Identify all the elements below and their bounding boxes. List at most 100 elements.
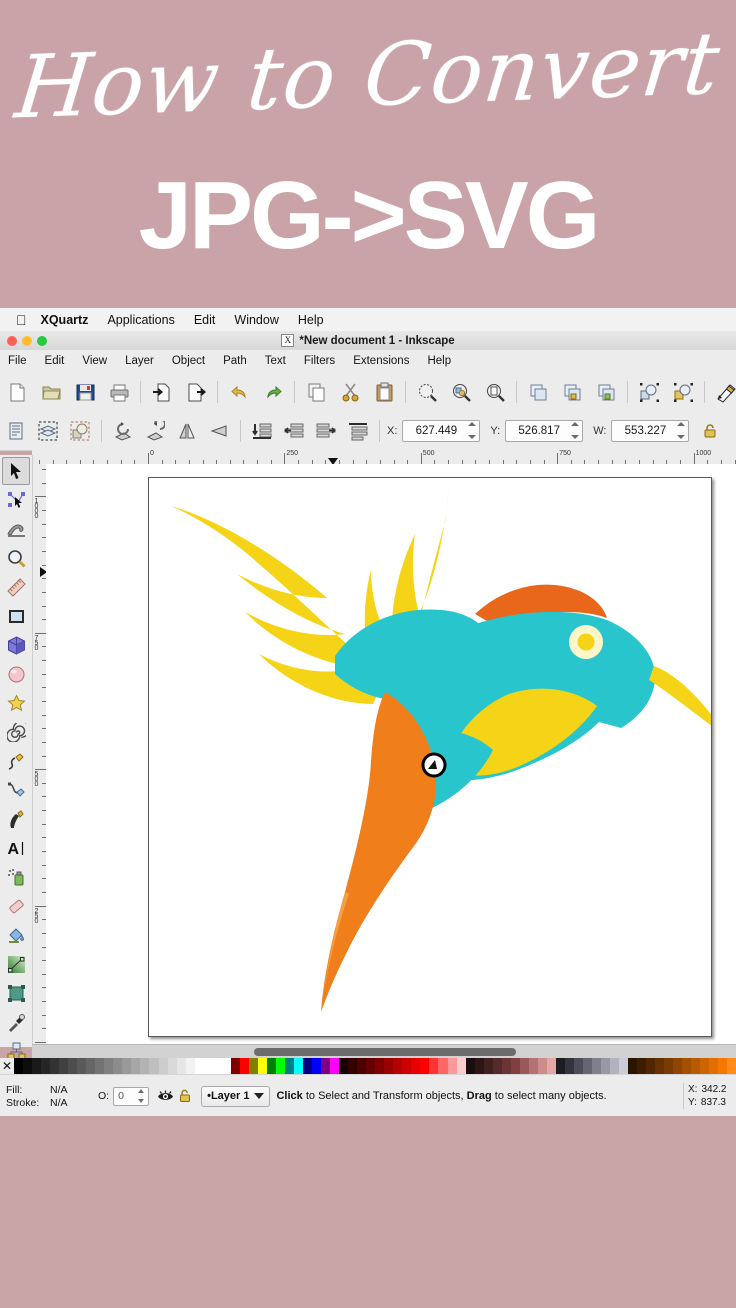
palette-swatch[interactable] (402, 1058, 412, 1074)
palette-swatch[interactable] (727, 1058, 736, 1074)
palette-swatch[interactable] (384, 1058, 394, 1074)
palette-swatch[interactable] (50, 1058, 60, 1074)
palette-swatch[interactable] (212, 1058, 222, 1074)
palette-swatch[interactable] (664, 1058, 674, 1074)
rotate-ccw-icon[interactable] (108, 416, 138, 446)
box3d-tool-icon[interactable] (2, 631, 30, 659)
palette-swatch[interactable] (59, 1058, 69, 1074)
palette-swatch[interactable] (601, 1058, 611, 1074)
rectangle-tool-icon[interactable] (2, 602, 30, 630)
palette-swatch[interactable] (104, 1058, 114, 1074)
palette-swatch[interactable] (628, 1058, 638, 1074)
menu-item-extensions[interactable]: Extensions (344, 355, 418, 367)
palette-swatch[interactable] (149, 1058, 159, 1074)
palette-swatch[interactable] (113, 1058, 123, 1074)
layer-selector[interactable]: •Layer 1 (201, 1085, 271, 1107)
horizontal-scrollbar-thumb[interactable] (254, 1048, 516, 1056)
ellipse-tool-icon[interactable] (2, 660, 30, 688)
color-palette[interactable]: ✕ (0, 1058, 736, 1074)
select-all-icon[interactable] (1, 416, 31, 446)
palette-swatch[interactable] (321, 1058, 331, 1074)
palette-swatch[interactable] (691, 1058, 701, 1074)
lower-to-bottom-icon[interactable] (247, 416, 277, 446)
palette-swatch[interactable] (573, 1058, 583, 1074)
fill-row[interactable]: Fill: N/A (6, 1083, 98, 1096)
hummingbird-artwork[interactable] (149, 478, 725, 1036)
palette-swatch[interactable] (673, 1058, 683, 1074)
lower-to-bottom-icon[interactable] (668, 377, 698, 407)
text-tool-icon[interactable]: A (2, 834, 30, 862)
pencil-tool-icon[interactable] (2, 747, 30, 775)
palette-swatch[interactable] (655, 1058, 665, 1074)
fill-stroke-indicator[interactable]: Fill: N/A Stroke: N/A (0, 1083, 98, 1109)
apple-icon[interactable]:  (16, 313, 27, 327)
paint-bucket-tool-icon[interactable] (2, 921, 30, 949)
palette-swatch[interactable] (582, 1058, 592, 1074)
palette-swatch[interactable] (348, 1058, 358, 1074)
no-color-icon[interactable]: ✕ (0, 1058, 14, 1074)
chevron-down-icon[interactable] (254, 1093, 265, 1099)
drawing-canvas[interactable] (46, 464, 736, 1044)
copy-icon[interactable] (301, 377, 331, 407)
redo-icon[interactable] (258, 377, 288, 407)
palette-swatch[interactable] (528, 1058, 538, 1074)
palette-swatch[interactable] (438, 1058, 448, 1074)
mac-menu-item-edit[interactable]: Edit (194, 313, 216, 327)
palette-swatch[interactable] (303, 1058, 313, 1074)
measure-tool-icon[interactable] (2, 573, 30, 601)
w-spinner-arrows[interactable] (677, 422, 686, 439)
palette-swatch[interactable] (537, 1058, 547, 1074)
palette-swatch[interactable] (447, 1058, 457, 1074)
palette-swatch[interactable] (266, 1058, 276, 1074)
palette-swatch[interactable] (366, 1058, 376, 1074)
menu-item-edit[interactable]: Edit (36, 355, 74, 367)
opacity-control[interactable]: O: 0 (98, 1086, 150, 1106)
w-spinbox[interactable]: 553.227 (611, 420, 690, 442)
menu-item-text[interactable]: Text (256, 355, 295, 367)
palette-swatch[interactable] (610, 1058, 620, 1074)
zoom-page-icon[interactable] (480, 377, 510, 407)
tweak-tool-icon[interactable] (2, 515, 30, 543)
lower-one-step-icon[interactable] (279, 416, 309, 446)
paste-icon[interactable] (369, 377, 399, 407)
export-icon[interactable] (181, 377, 211, 407)
palette-swatch[interactable] (230, 1058, 240, 1074)
group-icon[interactable] (557, 377, 587, 407)
palette-swatch[interactable] (293, 1058, 303, 1074)
palette-swatch[interactable] (619, 1058, 629, 1074)
palette-swatch[interactable] (501, 1058, 511, 1074)
palette-swatch[interactable] (492, 1058, 502, 1074)
stroke-row[interactable]: Stroke: N/A (6, 1096, 98, 1109)
palette-swatch[interactable] (546, 1058, 556, 1074)
palette-swatch[interactable] (510, 1058, 520, 1074)
palette-swatch[interactable] (555, 1058, 565, 1074)
x-spinbox[interactable]: 627.449 (402, 420, 481, 442)
palette-swatch[interactable] (709, 1058, 719, 1074)
eye-icon[interactable] (155, 1087, 175, 1105)
zoom-selection-icon[interactable] (412, 377, 442, 407)
palette-swatch[interactable] (339, 1058, 349, 1074)
mesh-gradient-tool-icon[interactable] (2, 979, 30, 1007)
opacity-spinbox[interactable]: 0 (113, 1086, 150, 1106)
mac-menu-item-window[interactable]: Window (234, 313, 278, 327)
dropper-tool-icon[interactable] (2, 1008, 30, 1036)
fill-stroke-dialog-icon[interactable] (711, 377, 736, 407)
palette-swatch[interactable] (140, 1058, 150, 1074)
palette-swatch[interactable] (221, 1058, 231, 1074)
menu-item-help[interactable]: Help (418, 355, 460, 367)
palette-swatch[interactable] (194, 1058, 204, 1074)
mac-menu-item-help[interactable]: Help (298, 313, 324, 327)
horizontal-scrollbar[interactable] (32, 1044, 736, 1059)
palette-swatch[interactable] (357, 1058, 367, 1074)
unlock-icon[interactable] (175, 1087, 195, 1105)
flip-vertical-icon[interactable] (204, 416, 234, 446)
document-page[interactable] (148, 477, 725, 1037)
y-spinbox[interactable]: 526.817 (505, 420, 584, 442)
mac-menu-item-applications[interactable]: Applications (107, 313, 174, 327)
calligraphy-tool-icon[interactable] (2, 805, 30, 833)
zoom-drawing-icon[interactable] (446, 377, 476, 407)
palette-swatch[interactable] (185, 1058, 195, 1074)
palette-swatch[interactable] (637, 1058, 647, 1074)
undo-icon[interactable] (224, 377, 254, 407)
palette-swatch[interactable] (23, 1058, 33, 1074)
